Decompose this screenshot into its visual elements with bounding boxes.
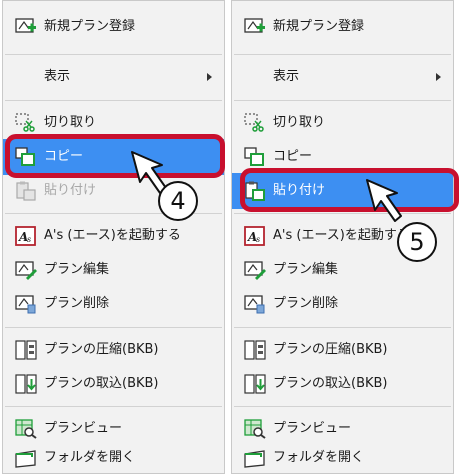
folder-icon (244, 450, 265, 468)
menu-item-label: フォルダを開く (273, 450, 365, 465)
menu-item-label: 切り取り (273, 115, 326, 130)
menu-item-label: 貼り付け (44, 183, 97, 198)
menu-item-edit-plan[interactable]: プラン編集 (3, 252, 224, 288)
copy-icon (244, 147, 264, 166)
menu-item-label: 表示 (273, 69, 300, 84)
menu-item-label: 新規プラン登録 (273, 19, 365, 34)
import-icon (244, 374, 266, 394)
new-plan-icon (15, 18, 36, 33)
delete-plan-icon (15, 295, 36, 314)
svg-text:s: s (27, 235, 31, 244)
paste-icon (16, 181, 36, 201)
menu-item-label: プランの圧縮(BKB) (273, 342, 388, 357)
menu-item-delete-plan[interactable]: プラン削除 (232, 286, 453, 322)
separator (234, 100, 451, 101)
menu-item-delete-plan[interactable]: プラン削除 (3, 286, 224, 322)
menu-item-compress-plan[interactable]: プランの圧縮(BKB) (3, 332, 224, 368)
edit-plan-icon (244, 261, 266, 280)
separator (5, 54, 222, 55)
menu-item-label: A's (エース)を起動する (44, 228, 181, 243)
separator (5, 327, 222, 328)
menu-item-label: 新規プラン登録 (44, 19, 136, 34)
as-app-icon: A s (15, 226, 36, 246)
menu-item-launch-as[interactable]: A s A's (エース)を起動する (3, 218, 224, 254)
new-plan-icon (244, 18, 265, 33)
menu-item-label: プランの取込(BKB) (44, 376, 159, 391)
menu-item-import-plan[interactable]: プランの取込(BKB) (3, 366, 224, 402)
menu-item-label: フォルダを開く (44, 450, 136, 465)
compress-icon (244, 340, 266, 360)
step-number-badge: 4 (158, 181, 198, 221)
separator (234, 327, 451, 328)
separator (5, 406, 222, 407)
context-menu-step-4: 新規プラン登録 表示 切り取り コピー 貼り付け A s A's (エース)を起… (2, 0, 225, 474)
plan-viewer-icon (15, 419, 37, 439)
svg-text:s: s (256, 235, 260, 244)
menu-item-cut[interactable]: 切り取り (232, 105, 453, 141)
menu-item-view[interactable]: 表示 (3, 59, 224, 95)
highlight-frame-paste (240, 168, 459, 212)
edit-plan-icon (15, 261, 37, 280)
cut-icon (15, 113, 35, 132)
cut-icon (244, 113, 264, 132)
separator (5, 100, 222, 101)
plan-viewer-icon (244, 419, 266, 439)
menu-item-label: プラン削除 (273, 296, 339, 311)
menu-item-compress-plan[interactable]: プランの圧縮(BKB) (232, 332, 453, 368)
menu-item-view[interactable]: 表示 (232, 59, 453, 95)
menu-item-open-folder[interactable]: フォルダを開く (232, 440, 453, 476)
menu-item-label: プラン削除 (44, 296, 110, 311)
menu-item-new-plan[interactable]: 新規プラン登録 (3, 9, 224, 45)
compress-icon (15, 340, 37, 360)
menu-item-label: プラン編集 (273, 262, 339, 277)
delete-plan-icon (244, 295, 265, 314)
menu-item-label: 表示 (44, 69, 71, 84)
menu-item-import-plan[interactable]: プランの取込(BKB) (232, 366, 453, 402)
separator (234, 406, 451, 407)
import-icon (15, 374, 37, 394)
menu-item-label: A's (エース)を起動する (273, 228, 410, 243)
folder-icon (15, 450, 36, 468)
submenu-arrow-icon (207, 73, 212, 81)
highlight-frame-copy (5, 134, 225, 178)
as-app-icon: A s (244, 226, 265, 246)
separator (234, 213, 451, 214)
menu-item-label: プランの取込(BKB) (273, 376, 388, 391)
separator (234, 54, 451, 55)
menu-item-label: プラン編集 (44, 262, 110, 277)
submenu-arrow-icon (436, 73, 441, 81)
menu-item-new-plan[interactable]: 新規プラン登録 (232, 9, 453, 45)
step-number-badge: 5 (397, 222, 437, 262)
menu-item-open-folder[interactable]: フォルダを開く (3, 440, 224, 476)
menu-item-label: プランの圧縮(BKB) (44, 342, 159, 357)
